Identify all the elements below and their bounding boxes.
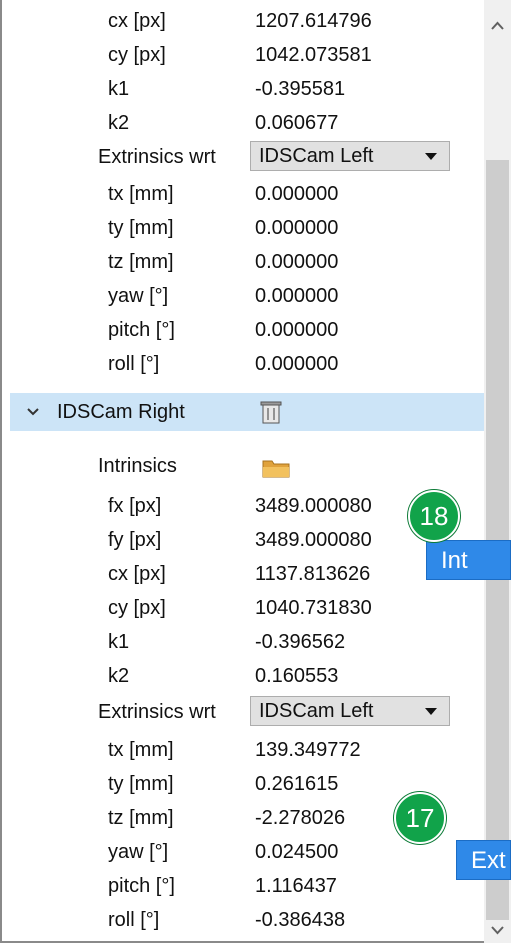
property-value: 1042.073581 (255, 44, 372, 66)
property-row-ty[interactable]: ty [mm] 0.000000 (10, 211, 484, 245)
property-label: pitch [°] (108, 319, 175, 341)
property-label: tz [mm] (108, 251, 174, 273)
property-row-k1[interactable]: k1 -0.395581 (10, 72, 484, 106)
property-row-tz[interactable]: tz [mm] 0.000000 (10, 245, 484, 279)
property-label: ty [mm] (108, 773, 174, 795)
intrinsics-label: Intrinsics (98, 455, 177, 477)
extrinsics-label: Extrinsics wrt (98, 701, 216, 723)
property-value: 0.060677 (255, 112, 339, 134)
property-row-k2[interactable]: k2 0.060677 (10, 106, 484, 140)
dropdown-arrow-icon (425, 153, 437, 160)
property-row-roll[interactable]: roll [°] -0.386438 (10, 903, 484, 937)
callout-badge-17: 17 (394, 792, 446, 844)
property-row-tx[interactable]: tx [mm] 139.349772 (10, 733, 484, 767)
property-label: cy [px] (108, 44, 166, 66)
property-label: fx [px] (108, 495, 162, 517)
property-value: 1.116437 (255, 875, 337, 897)
property-row-cx[interactable]: cx [px] 1207.614796 (10, 4, 484, 38)
callout-badge-18: 18 (408, 490, 460, 542)
select-value: IDSCam Left (259, 145, 374, 167)
panel-border-left (0, 0, 2, 943)
property-value: 139.349772 (255, 739, 361, 761)
property-row-roll[interactable]: roll [°] 0.000000 (10, 347, 484, 381)
folder-icon[interactable] (262, 458, 290, 478)
property-label: yaw [°] (108, 285, 169, 307)
chevron-down-icon[interactable] (25, 393, 41, 431)
property-label: ty [mm] (108, 217, 174, 239)
property-row-tx[interactable]: tx [mm] 0.000000 (10, 177, 484, 211)
property-value: 0.000000 (255, 217, 339, 239)
property-label: cx [px] (108, 563, 166, 585)
property-value: 0.000000 (255, 353, 339, 375)
scroll-up-icon[interactable] (484, 10, 511, 40)
camera-node-label: IDSCam Right (57, 401, 185, 423)
select-value: IDSCam Left (259, 700, 374, 722)
extrinsics-reference-row: Extrinsics wrt IDSCam Left (10, 695, 484, 729)
property-label: roll [°] (108, 909, 160, 931)
property-value: 3489.000080 (255, 495, 372, 517)
property-value: 1040.731830 (255, 597, 372, 619)
property-label: roll [°] (108, 353, 160, 375)
scroll-down-icon[interactable] (484, 916, 511, 946)
property-row-cy[interactable]: cy [px] 1040.731830 (10, 591, 484, 625)
property-value: 0.000000 (255, 183, 339, 205)
property-value: -0.386438 (255, 909, 346, 931)
property-value: 1137.813626 (255, 563, 371, 585)
extrinsics-label: Extrinsics wrt (98, 146, 216, 168)
extrinsics-reference-select[interactable]: IDSCam Left (250, 141, 450, 171)
property-label: cx [px] (108, 10, 166, 32)
property-value: 0.000000 (255, 285, 339, 307)
callout-extrinsics: Ext (456, 840, 511, 880)
trash-icon[interactable] (260, 400, 282, 424)
property-value: -0.395581 (255, 78, 346, 100)
property-row-k2[interactable]: k2 0.160553 (10, 659, 484, 693)
property-value: -2.278026 (255, 807, 346, 829)
property-value: 1207.614796 (255, 10, 372, 32)
extrinsics-reference-row: Extrinsics wrt IDSCam Left (10, 140, 484, 174)
property-label: k2 (108, 112, 130, 134)
dropdown-arrow-icon (425, 708, 437, 715)
property-label: pitch [°] (108, 875, 175, 897)
property-value: 0.000000 (255, 319, 339, 341)
property-label: fy [px] (108, 529, 162, 551)
property-label: tx [mm] (108, 739, 174, 761)
property-row-cx[interactable]: cx [px] 1137.813626 (10, 557, 484, 591)
property-label: k1 (108, 78, 130, 100)
property-value: -0.396562 (255, 631, 346, 653)
extrinsics-reference-select[interactable]: IDSCam Left (250, 696, 450, 726)
property-value: 0.261615 (255, 773, 339, 795)
property-label: k2 (108, 665, 130, 687)
property-label: yaw [°] (108, 841, 169, 863)
property-label: cy [px] (108, 597, 166, 619)
vertical-scrollbar[interactable] (484, 0, 511, 943)
property-value: 0.160553 (255, 665, 339, 687)
property-row-pitch[interactable]: pitch [°] 0.000000 (10, 313, 484, 347)
property-value: 0.024500 (255, 841, 339, 863)
property-row-k1[interactable]: k1 -0.396562 (10, 625, 484, 659)
property-row-cy[interactable]: cy [px] 1042.073581 (10, 38, 484, 72)
property-row-yaw[interactable]: yaw [°] 0.000000 (10, 279, 484, 313)
intrinsics-group-row: Intrinsics (10, 449, 484, 483)
property-label: tx [mm] (108, 183, 174, 205)
property-label: k1 (108, 631, 130, 653)
property-row-pitch[interactable]: pitch [°] 1.116437 (10, 869, 484, 903)
callout-intrinsics: Int (426, 540, 511, 580)
camera-node-right[interactable]: IDSCam Right (10, 393, 484, 431)
property-value: 0.000000 (255, 251, 339, 273)
property-label: tz [mm] (108, 807, 174, 829)
property-value: 3489.000080 (255, 529, 372, 551)
